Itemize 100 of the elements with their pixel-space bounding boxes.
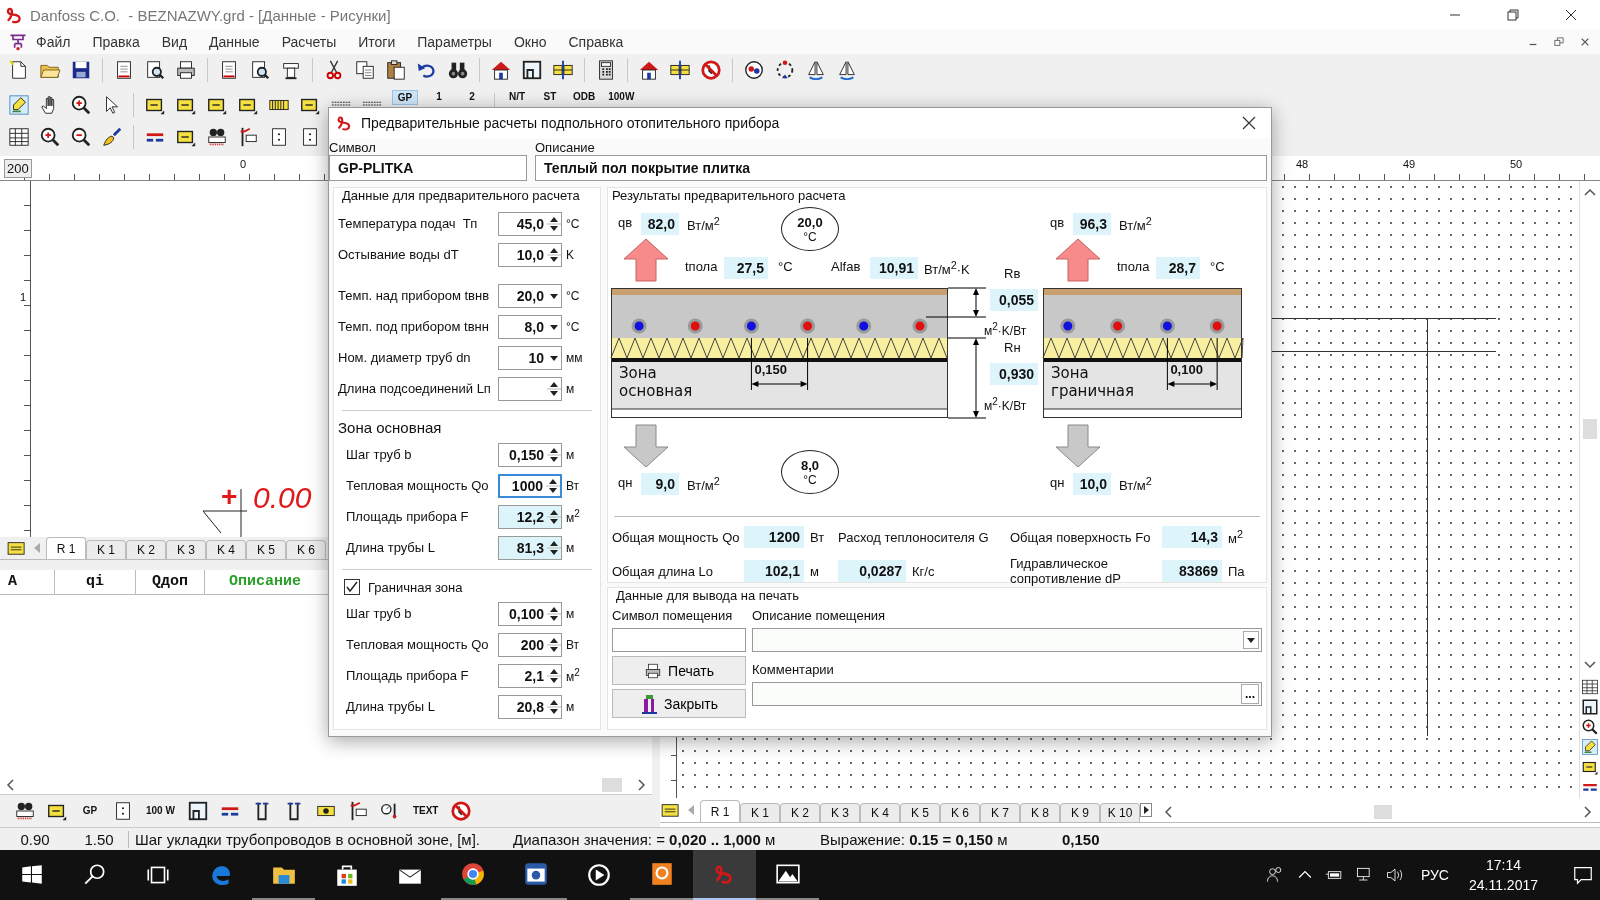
toolbar-button[interactable]: ODB (571, 90, 598, 103)
column-header[interactable]: qi (55, 570, 136, 594)
speech-bubble-icon[interactable] (1572, 864, 1594, 886)
scroll-left-icon[interactable] (6, 779, 16, 791)
sheet-tab[interactable]: K 8 (1020, 803, 1060, 822)
menu-item[interactable]: Окно (502, 34, 558, 50)
mirror-icon[interactable] (805, 59, 827, 81)
prohibition-icon[interactable] (450, 800, 473, 822)
menu-item[interactable]: Справка (557, 34, 635, 50)
zoom-in-icon[interactable] (70, 94, 92, 116)
scroll-thumb[interactable] (1583, 418, 1597, 439)
sheet-tab[interactable]: K 5 (900, 803, 940, 822)
copy-icon[interactable] (354, 59, 376, 81)
sheet-tab[interactable]: K 2 (780, 803, 820, 822)
dropdown-field[interactable]: 20,0 (498, 283, 562, 308)
printer-icon[interactable] (644, 661, 663, 680)
comments-field[interactable]: ... (752, 682, 1262, 706)
printer-icon[interactable] (175, 59, 197, 81)
sheet-tab[interactable]: K 6 (940, 803, 980, 822)
radiator-icon[interactable] (669, 59, 691, 81)
spin-field[interactable]: 45,0 (498, 211, 562, 236)
description-field[interactable]: Теплый пол покрытие плитка (535, 155, 1267, 181)
pump-icon[interactable] (14, 800, 36, 822)
menu-item[interactable]: Расчеты (270, 34, 348, 50)
sheet-tab[interactable]: K 4 (860, 803, 900, 822)
table-icon[interactable] (8, 126, 30, 148)
radiator-icon[interactable] (552, 59, 574, 81)
frame-icon[interactable] (186, 800, 209, 822)
room-symbol-field[interactable] (612, 628, 746, 652)
taskbar-button[interactable] (693, 850, 756, 900)
scroll-right-icon[interactable] (1140, 803, 1152, 817)
spin-field[interactable]: 1000 (498, 473, 562, 498)
toolbar-button[interactable]: 2 (460, 90, 484, 103)
clipboard-icon[interactable] (385, 59, 407, 81)
menu-item[interactable]: Правка (81, 34, 151, 50)
symbol-field[interactable]: GP-PLITKA (329, 155, 527, 181)
sheet-tab[interactable]: K 5 (246, 540, 286, 559)
toolbar-button[interactable]: ST (538, 90, 562, 103)
close-dialog-button[interactable]: Закрыть (612, 689, 746, 718)
document-tree-icon[interactable] (8, 32, 28, 52)
toolbar-button[interactable]: 100W (606, 90, 637, 103)
menu-item[interactable]: Данные (198, 34, 271, 50)
menu-item[interactable]: Файл (28, 34, 82, 50)
mirror-icon[interactable] (836, 59, 858, 81)
sheet-tab[interactable]: K 4 (206, 540, 246, 559)
clock[interactable]: 17:14 24.11.2017 (1468, 855, 1538, 895)
toolbar-button[interactable]: N/T (505, 90, 529, 103)
pump-icon[interactable] (206, 126, 228, 148)
toolbar-button[interactable]: 1 (427, 90, 451, 103)
scroll-left-icon[interactable] (1164, 806, 1174, 818)
layers-icon[interactable] (6, 540, 28, 556)
menu-item[interactable]: Итоги (347, 34, 407, 50)
brush-icon[interactable] (101, 126, 123, 148)
spin-field[interactable]: 0,100 (498, 601, 562, 626)
dropdown-field[interactable]: 8,0 (498, 314, 562, 339)
sheet-tab[interactable]: K 3 (166, 540, 206, 559)
spin-field[interactable]: 81,3 (498, 535, 562, 560)
spin-field[interactable]: 20,8 (498, 694, 562, 719)
target-icon[interactable] (743, 59, 765, 81)
sheet-tab[interactable]: K 3 (820, 803, 860, 822)
sheet-tab[interactable]: K 10 (1100, 803, 1140, 822)
menu-item[interactable]: Вид (150, 34, 199, 50)
save-icon[interactable] (70, 59, 92, 81)
scroll-right-icon[interactable] (636, 779, 646, 791)
sheet-tab[interactable]: K 7 (980, 803, 1020, 822)
table-icon[interactable] (1581, 678, 1599, 696)
scroll-down-icon[interactable] (1584, 660, 1596, 670)
dropdown-field[interactable]: 10 (498, 345, 562, 370)
spin-field[interactable]: 0,150 (498, 442, 562, 467)
drawing-tool-icon[interactable] (8, 94, 30, 116)
print-preview-icon[interactable] (249, 59, 271, 81)
sheet-tab[interactable]: R 1 (46, 537, 86, 559)
language-indicator[interactable]: РУС (1420, 867, 1449, 883)
checkbox[interactable] (344, 579, 360, 595)
print-preview-icon[interactable] (144, 59, 166, 81)
sheet-tab[interactable]: K 1 (86, 540, 126, 559)
menu-item[interactable]: Параметры (406, 34, 503, 50)
drawing-tool-icon[interactable] (1581, 738, 1599, 756)
spin-field[interactable]: 12,2 (498, 504, 562, 529)
print-button[interactable]: Печать (612, 656, 746, 685)
frame-icon[interactable] (1581, 698, 1599, 716)
column-header[interactable]: A (0, 570, 55, 594)
column-header[interactable]: Qдоп (136, 570, 205, 594)
toolbar-button[interactable]: 100 W (144, 801, 177, 821)
zoom-in-icon[interactable] (39, 126, 61, 148)
more-button[interactable]: ... (1241, 684, 1259, 704)
spin-field[interactable]: 2,1 (498, 663, 562, 688)
frame-icon[interactable] (521, 59, 543, 81)
spin-field[interactable] (498, 376, 562, 401)
house-icon[interactable] (638, 59, 660, 81)
sheet-tab[interactable]: K 6 (286, 540, 326, 559)
spin-field[interactable]: 200 (498, 632, 562, 657)
layers-icon[interactable] (660, 802, 682, 818)
house-icon[interactable] (490, 59, 512, 81)
sheet-tab[interactable]: K 2 (126, 540, 166, 559)
zoom-in-icon[interactable] (1581, 718, 1599, 736)
sheet-tab[interactable]: K 1 (740, 803, 780, 822)
scroll-right-icon[interactable] (1582, 806, 1592, 818)
prohibition-icon[interactable] (700, 59, 722, 81)
scroll-up-icon[interactable] (1584, 187, 1596, 197)
